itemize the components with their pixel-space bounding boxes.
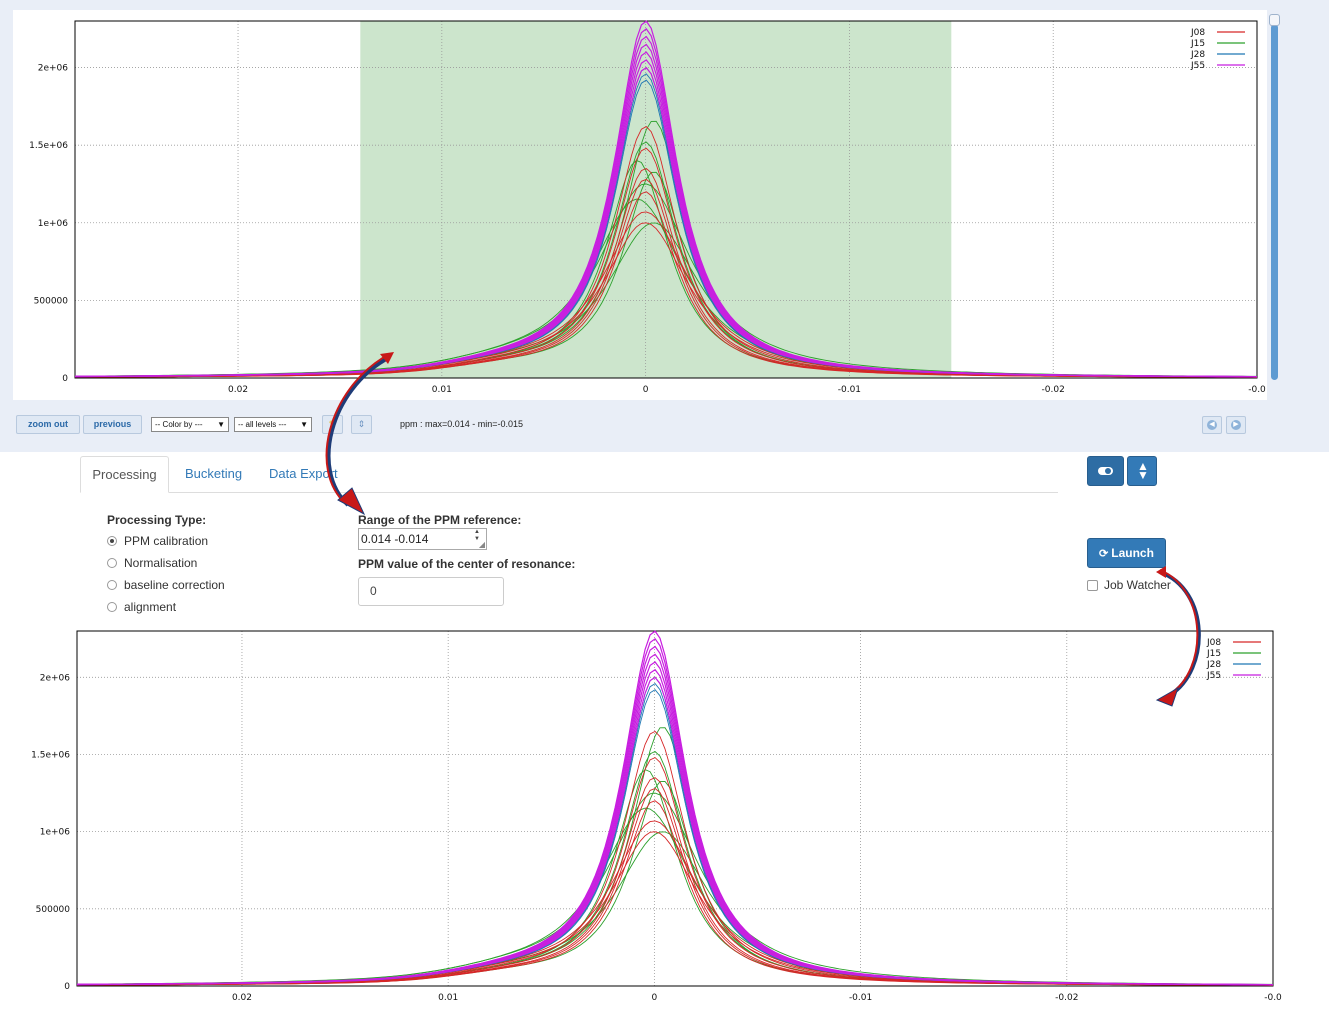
sort-icon: ▲ ▼	[1137, 459, 1149, 482]
radio-label-ppm-calibration: PPM calibration	[124, 534, 209, 548]
toggle-icon	[1098, 467, 1113, 475]
center-resonance-value: 0	[370, 584, 377, 598]
x-tick-label: 0.01	[432, 385, 452, 395]
legend-label: J15	[1206, 649, 1221, 659]
job-watcher-checkbox[interactable]	[1087, 580, 1098, 591]
top-spectrum-chart[interactable]: 0.02 0.01 0 -0.01 -0.02 -0.0 0 500000 1e+06 1.5e+…	[13, 10, 1267, 400]
legend-label: J28	[1206, 660, 1221, 670]
radio-label-baseline-correction: baseline correction	[124, 578, 225, 592]
legend-label: J55	[1206, 671, 1221, 681]
arrow-left-icon: ◀	[1207, 420, 1217, 430]
radio-label-alignment: alignment	[124, 600, 177, 614]
x-tick-label: 0.01	[438, 993, 458, 1003]
legend-label: J08	[1206, 638, 1221, 648]
updown-arrows-icon: ⇕	[357, 419, 366, 429]
spinner-icon: ⟳	[1099, 548, 1109, 560]
next-view-button[interactable]: ▶	[1226, 416, 1246, 434]
x-tick-label: -0.02	[1042, 385, 1065, 395]
radio-baseline-correction[interactable]	[107, 580, 117, 590]
expand-button[interactable]: ⇕	[351, 415, 372, 434]
radio-normalisation[interactable]	[107, 558, 117, 568]
legend-label: J08	[1190, 28, 1205, 38]
color-by-select[interactable]: -- Color by --- ▼	[151, 417, 229, 432]
chevron-down-icon: ▼	[217, 420, 225, 429]
range-label: Range of the PPM reference:	[358, 513, 522, 527]
sort-button[interactable]: ▲ ▼	[1127, 456, 1157, 486]
x-tick-label: 0	[643, 385, 649, 395]
tab-data-export[interactable]: Data Export	[269, 456, 338, 492]
x-tick-label: -0.01	[838, 385, 861, 395]
x-tick-label: 0.02	[228, 385, 248, 395]
y-tick-label: 1.5e+06	[31, 750, 70, 760]
highlight-button[interactable]: ✎	[322, 415, 343, 434]
color-by-value: -- Color by ---	[155, 420, 203, 429]
toggle-button[interactable]	[1087, 456, 1124, 486]
ppm-range-value: 0.014 -0.014	[361, 532, 429, 546]
ppm-range-input[interactable]: 0.014 -0.014 ▲ ▼ ◢	[358, 528, 487, 550]
y-tick-label: 2e+06	[38, 64, 69, 74]
levels-select[interactable]: -- all levels --- ▼	[234, 417, 312, 432]
resize-handle-icon[interactable]: ◢	[479, 541, 485, 549]
prev-view-button[interactable]: ◀	[1202, 416, 1222, 434]
scrollbar-track[interactable]	[1271, 24, 1278, 380]
vertical-scrollbar[interactable]	[1269, 14, 1280, 380]
radio-ppm-calibration[interactable]	[107, 536, 117, 546]
processing-type-label: Processing Type:	[107, 513, 207, 527]
legend-label: J28	[1190, 50, 1205, 60]
y-tick-label: 500000	[34, 296, 69, 306]
ppm-range-info: ppm : max=0.014 - min=-0.015	[400, 419, 524, 429]
legend-label: J15	[1190, 39, 1205, 49]
radio-alignment[interactable]	[107, 602, 117, 612]
launch-label: Launch	[1111, 546, 1154, 560]
x-tick-label: 0	[652, 993, 658, 1003]
legend-label: J55	[1190, 61, 1205, 71]
y-tick-label: 0	[64, 982, 70, 992]
job-watcher-label: Job Watcher	[1104, 578, 1171, 592]
tabs-divider	[80, 492, 1058, 493]
pencil-icon: ✎	[328, 419, 337, 429]
center-label: PPM value of the center of resonance:	[358, 557, 576, 571]
chevron-down-icon: ▼	[300, 420, 308, 429]
radio-label-normalisation: Normalisation	[124, 556, 198, 570]
y-tick-label: 1.5e+06	[29, 141, 68, 151]
y-tick-label: 1e+06	[40, 828, 71, 838]
y-tick-label: 2e+06	[40, 673, 71, 683]
launch-button[interactable]: ⟳ Launch	[1087, 538, 1166, 568]
y-tick-label: 0	[62, 374, 68, 384]
x-tick-label: -0.02	[1055, 993, 1078, 1003]
x-tick-label: -0.0	[1264, 993, 1282, 1003]
x-tick-label: -0.0	[1248, 385, 1266, 395]
zoom-out-button[interactable]: zoom out	[16, 415, 80, 434]
center-resonance-input[interactable]: 0	[358, 577, 504, 606]
tab-bucketing[interactable]: Bucketing	[185, 456, 242, 492]
previous-button[interactable]: previous	[83, 415, 142, 434]
scrollbar-handle[interactable]	[1269, 14, 1280, 26]
y-tick-label: 1e+06	[38, 219, 69, 229]
arrow-right-icon: ▶	[1231, 420, 1241, 430]
bottom-spectrum-chart[interactable]: 0.02 0.01 0 -0.01 -0.02 -0.0 0 500000 1e+06 1.5e+…	[20, 625, 1310, 1009]
x-tick-label: -0.01	[849, 993, 872, 1003]
x-tick-label: 0.02	[232, 993, 252, 1003]
levels-value: -- all levels ---	[238, 420, 287, 429]
y-tick-label: 500000	[36, 905, 71, 915]
tab-processing[interactable]: Processing	[80, 456, 169, 493]
